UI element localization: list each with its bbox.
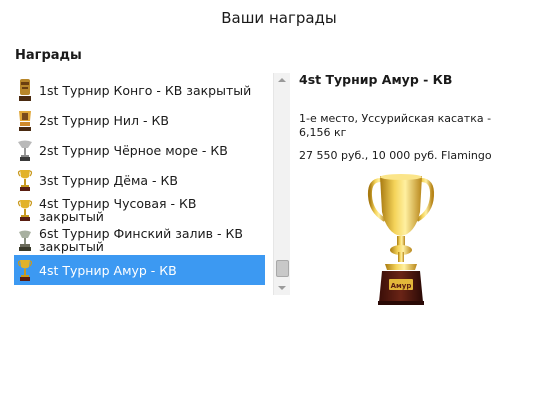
awards-list[interactable]: 1st Турнир Конго - КВ закрытый 2st Турни… [14,73,266,295]
list-item[interactable]: 6st Турнир Финский залив - КВ закрытый [14,225,265,255]
award-prize-text: 27 550 руб., 10 000 руб. Flamingo [299,149,492,162]
list-item-label: 2st Турнир Нил - КВ [39,112,169,128]
trophy-engraving: Амур [391,282,412,290]
list-item[interactable]: 2st Турнир Нил - КВ [14,105,265,135]
award-place-text: 1-е место, Уссурийская касатка - 6,156 к… [299,112,492,139]
trophy-silver-icon [19,230,31,251]
list-item-label: 4st Турнир Чусовая - КВ закрытый [39,196,197,224]
list-item[interactable]: 3st Турнир Дёма - КВ [14,165,265,195]
trophy-silver-icon [18,140,32,161]
award-detail-title: 4st Турнир Амур - КВ [299,72,453,87]
list-item-label: 1st Турнир Конго - КВ закрытый [39,82,252,98]
list-scrollbar[interactable] [273,73,290,295]
list-item-selected[interactable]: 4st Турнир Амур - КВ [14,255,265,285]
trophy-large-icon: Амур [367,174,435,305]
list-item-label: 4st Турнир Амур - КВ [39,262,177,278]
trophy-cup-icon [17,260,33,281]
list-item[interactable]: 1st Турнир Конго - КВ закрытый [14,75,265,105]
list-item-label: 3st Турнир Дёма - КВ [39,172,178,188]
list-item-label: 2st Турнир Чёрное море - КВ [39,142,228,158]
list-item-label: 6st Турнир Финский залив - КВ закрытый [39,226,243,254]
scroll-up-arrow-icon[interactable] [278,78,286,82]
trophy-tiki-icon [19,79,31,101]
list-item[interactable]: 4st Турнир Чусовая - КВ закрытый [14,195,265,225]
awards-section-label: Награды [15,48,82,63]
window-title: Ваши награды [221,9,337,27]
trophy-cup-icon [17,170,33,191]
list-item[interactable]: 2st Турнир Чёрное море - КВ [14,135,265,165]
scrollbar-thumb[interactable] [276,260,289,277]
scroll-down-arrow-icon[interactable] [278,286,286,290]
trophy-pharaoh-icon [19,111,31,131]
trophy-cup-icon [17,200,33,221]
